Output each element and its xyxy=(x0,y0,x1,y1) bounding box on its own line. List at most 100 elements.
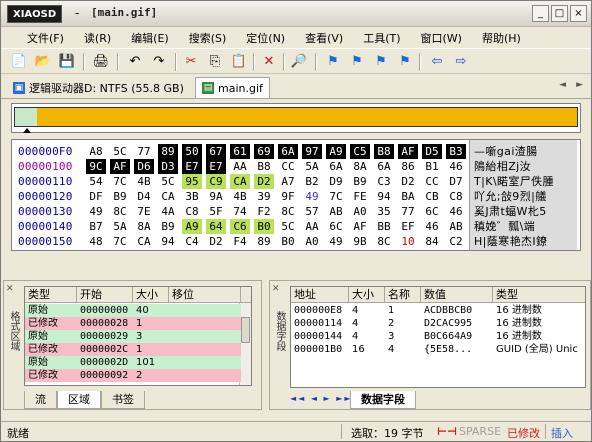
hex-byte[interactable]: 6A xyxy=(374,159,394,174)
tab-scroll-left-icon[interactable]: ◄ xyxy=(559,80,566,90)
hex-byte[interactable]: 89 xyxy=(254,234,274,249)
prev-bookmark-icon[interactable]: ⚑ xyxy=(371,52,391,72)
hex-byte[interactable]: B0 xyxy=(278,234,298,249)
data-field-row[interactable]: 000001B0 16 4 {5E58... GUID (全局) Unic xyxy=(291,343,585,356)
region-row[interactable]: 原始 00000029 3 xyxy=(25,330,241,343)
copy-icon[interactable]: ⎘ xyxy=(205,52,225,72)
hex-byte[interactable]: 9A xyxy=(206,189,226,204)
tab-region[interactable]: 区域 xyxy=(57,391,101,409)
hex-byte[interactable]: D6 xyxy=(134,159,154,174)
paste-icon[interactable]: 📋 xyxy=(229,52,249,72)
hex-byte[interactable]: C9 xyxy=(206,174,226,189)
hex-byte[interactable]: 7E xyxy=(134,204,154,219)
hex-byte[interactable]: 94 xyxy=(374,189,394,204)
hex-byte[interactable]: D2 xyxy=(398,174,418,189)
hex-byte[interactable]: AF xyxy=(350,219,370,234)
scrollbar-thumb[interactable] xyxy=(241,317,250,343)
hex-byte[interactable]: 97 xyxy=(302,144,322,159)
hex-byte[interactable]: 9F xyxy=(278,189,298,204)
menu-read[interactable]: 读(R) xyxy=(78,27,117,47)
hex-byte[interactable]: B8 xyxy=(374,144,394,159)
hex-byte[interactable]: 39 xyxy=(254,189,274,204)
hex-byte[interactable]: CC xyxy=(422,174,442,189)
hex-byte[interactable]: 7C xyxy=(326,189,346,204)
hex-byte[interactable]: 54 xyxy=(86,174,106,189)
tab-stream[interactable]: 流 xyxy=(24,391,57,409)
tab-drive-d[interactable]: ▣ 逻辑驱动器D: NTFS (55.8 GB) xyxy=(7,77,190,98)
next-bookmark-icon[interactable]: ⚑ xyxy=(347,52,367,72)
hex-byte[interactable]: 4B xyxy=(230,189,250,204)
back-arrow-icon[interactable]: ⇦ xyxy=(427,52,447,72)
hex-byte[interactable]: B7 xyxy=(86,219,106,234)
hex-byte[interactable]: 6C xyxy=(326,219,346,234)
text-line[interactable]: 稹娩゛瓢\端 xyxy=(474,219,535,234)
hex-byte[interactable]: CB xyxy=(422,189,442,204)
region-row[interactable]: 原始 0000002D 101 xyxy=(25,356,241,369)
hex-byte[interactable]: 4B xyxy=(134,174,154,189)
hex-byte[interactable]: 3B xyxy=(182,189,202,204)
hex-byte[interactable]: 84 xyxy=(422,234,442,249)
save-icon[interactable]: 💾 xyxy=(57,52,77,72)
hex-byte[interactable]: BB xyxy=(374,219,394,234)
data-field-table[interactable]: 地址 大小 名称 数值 类型 000000E8 4 1 ACDBBCB0 16 进制数 0… xyxy=(290,286,586,388)
hex-byte[interactable]: 5C xyxy=(278,219,298,234)
hex-byte[interactable]: B1 xyxy=(422,159,442,174)
hex-byte[interactable]: B2 xyxy=(302,174,322,189)
delete-icon[interactable]: ✕ xyxy=(259,52,279,72)
hex-byte[interactable]: 8A xyxy=(134,219,154,234)
hex-byte[interactable]: 89 xyxy=(158,144,178,159)
text-line[interactable]: 吖允;敆9烈|艤 xyxy=(474,189,547,204)
minimize-button[interactable]: _ xyxy=(532,5,549,22)
tab-main-gif[interactable]: ▤ main.gif xyxy=(195,77,270,98)
column-header-address[interactable]: 地址 xyxy=(291,287,349,303)
hex-byte[interactable]: BA xyxy=(398,189,418,204)
hex-byte[interactable]: 5A xyxy=(302,159,322,174)
hex-byte[interactable]: 7C xyxy=(110,174,130,189)
text-line[interactable]: 隝紿相Zj汝 xyxy=(474,159,531,174)
hex-byte[interactable]: 49 xyxy=(326,234,346,249)
hex-byte[interactable]: 10 xyxy=(398,234,418,249)
menu-view[interactable]: 查看(V) xyxy=(299,27,349,47)
hex-byte[interactable]: 6C xyxy=(422,204,442,219)
hex-byte[interactable]: 6A xyxy=(278,144,298,159)
hex-byte[interactable]: A9 xyxy=(182,219,202,234)
redo-icon[interactable]: ↷ xyxy=(149,52,169,72)
region-row[interactable]: 已修改 00000028 1 xyxy=(25,317,241,330)
hex-byte[interactable]: 77 xyxy=(398,204,418,219)
bookmark-flag-icon[interactable]: ⚑ xyxy=(323,52,343,72)
column-header-start[interactable]: 开始 xyxy=(77,287,133,303)
hex-byte[interactable]: D3 xyxy=(158,159,178,174)
hex-byte[interactable]: B0 xyxy=(254,219,274,234)
hex-byte[interactable]: 9C xyxy=(86,159,106,174)
data-field-row[interactable]: 00000114 4 2 D2CAC995 16 进制数 xyxy=(291,317,585,330)
hex-byte[interactable]: CC xyxy=(278,159,298,174)
hex-editor-view[interactable]: 000000F0 A8 5C 77 89 50 67 61 69 6A 97 A9 C5 B8 AF D5 B3… xyxy=(11,139,581,251)
tab-scroll-right-icon[interactable]: ► xyxy=(576,80,583,90)
hex-byte[interactable]: 61 xyxy=(230,144,250,159)
hex-byte[interactable]: AF xyxy=(110,159,130,174)
hex-byte[interactable]: E7 xyxy=(206,159,226,174)
menu-file[interactable]: 文件(F) xyxy=(21,27,70,47)
hex-byte[interactable]: D2 xyxy=(254,174,274,189)
maximize-button[interactable]: □ xyxy=(551,5,568,22)
hex-byte[interactable]: 57 xyxy=(302,204,322,219)
hex-byte[interactable]: C3 xyxy=(374,174,394,189)
hex-byte[interactable]: 8A xyxy=(350,159,370,174)
hex-byte[interactable]: C8 xyxy=(446,189,466,204)
new-file-icon[interactable]: 📄 xyxy=(9,52,29,72)
status-insert-mode[interactable]: 插入 xyxy=(551,425,573,441)
hex-byte[interactable]: D9 xyxy=(326,174,346,189)
open-folder-icon[interactable]: 📂 xyxy=(33,52,53,72)
hex-byte[interactable]: D2 xyxy=(206,234,226,249)
hex-byte[interactable]: E7 xyxy=(182,159,202,174)
cut-icon[interactable]: ✂ xyxy=(181,52,201,72)
hex-byte[interactable]: CA xyxy=(158,189,178,204)
find-icon[interactable]: 🔎 xyxy=(289,52,309,72)
hex-byte[interactable]: B9 xyxy=(158,219,178,234)
column-header-value[interactable]: 数值 xyxy=(421,287,493,303)
region-row[interactable]: 已修改 0000002C 1 xyxy=(25,343,241,356)
hex-byte[interactable]: 74 xyxy=(230,204,250,219)
clear-bookmarks-icon[interactable]: ⚑ xyxy=(395,52,415,72)
close-button[interactable]: × xyxy=(570,5,587,22)
column-header-size[interactable]: 大小 xyxy=(133,287,169,303)
